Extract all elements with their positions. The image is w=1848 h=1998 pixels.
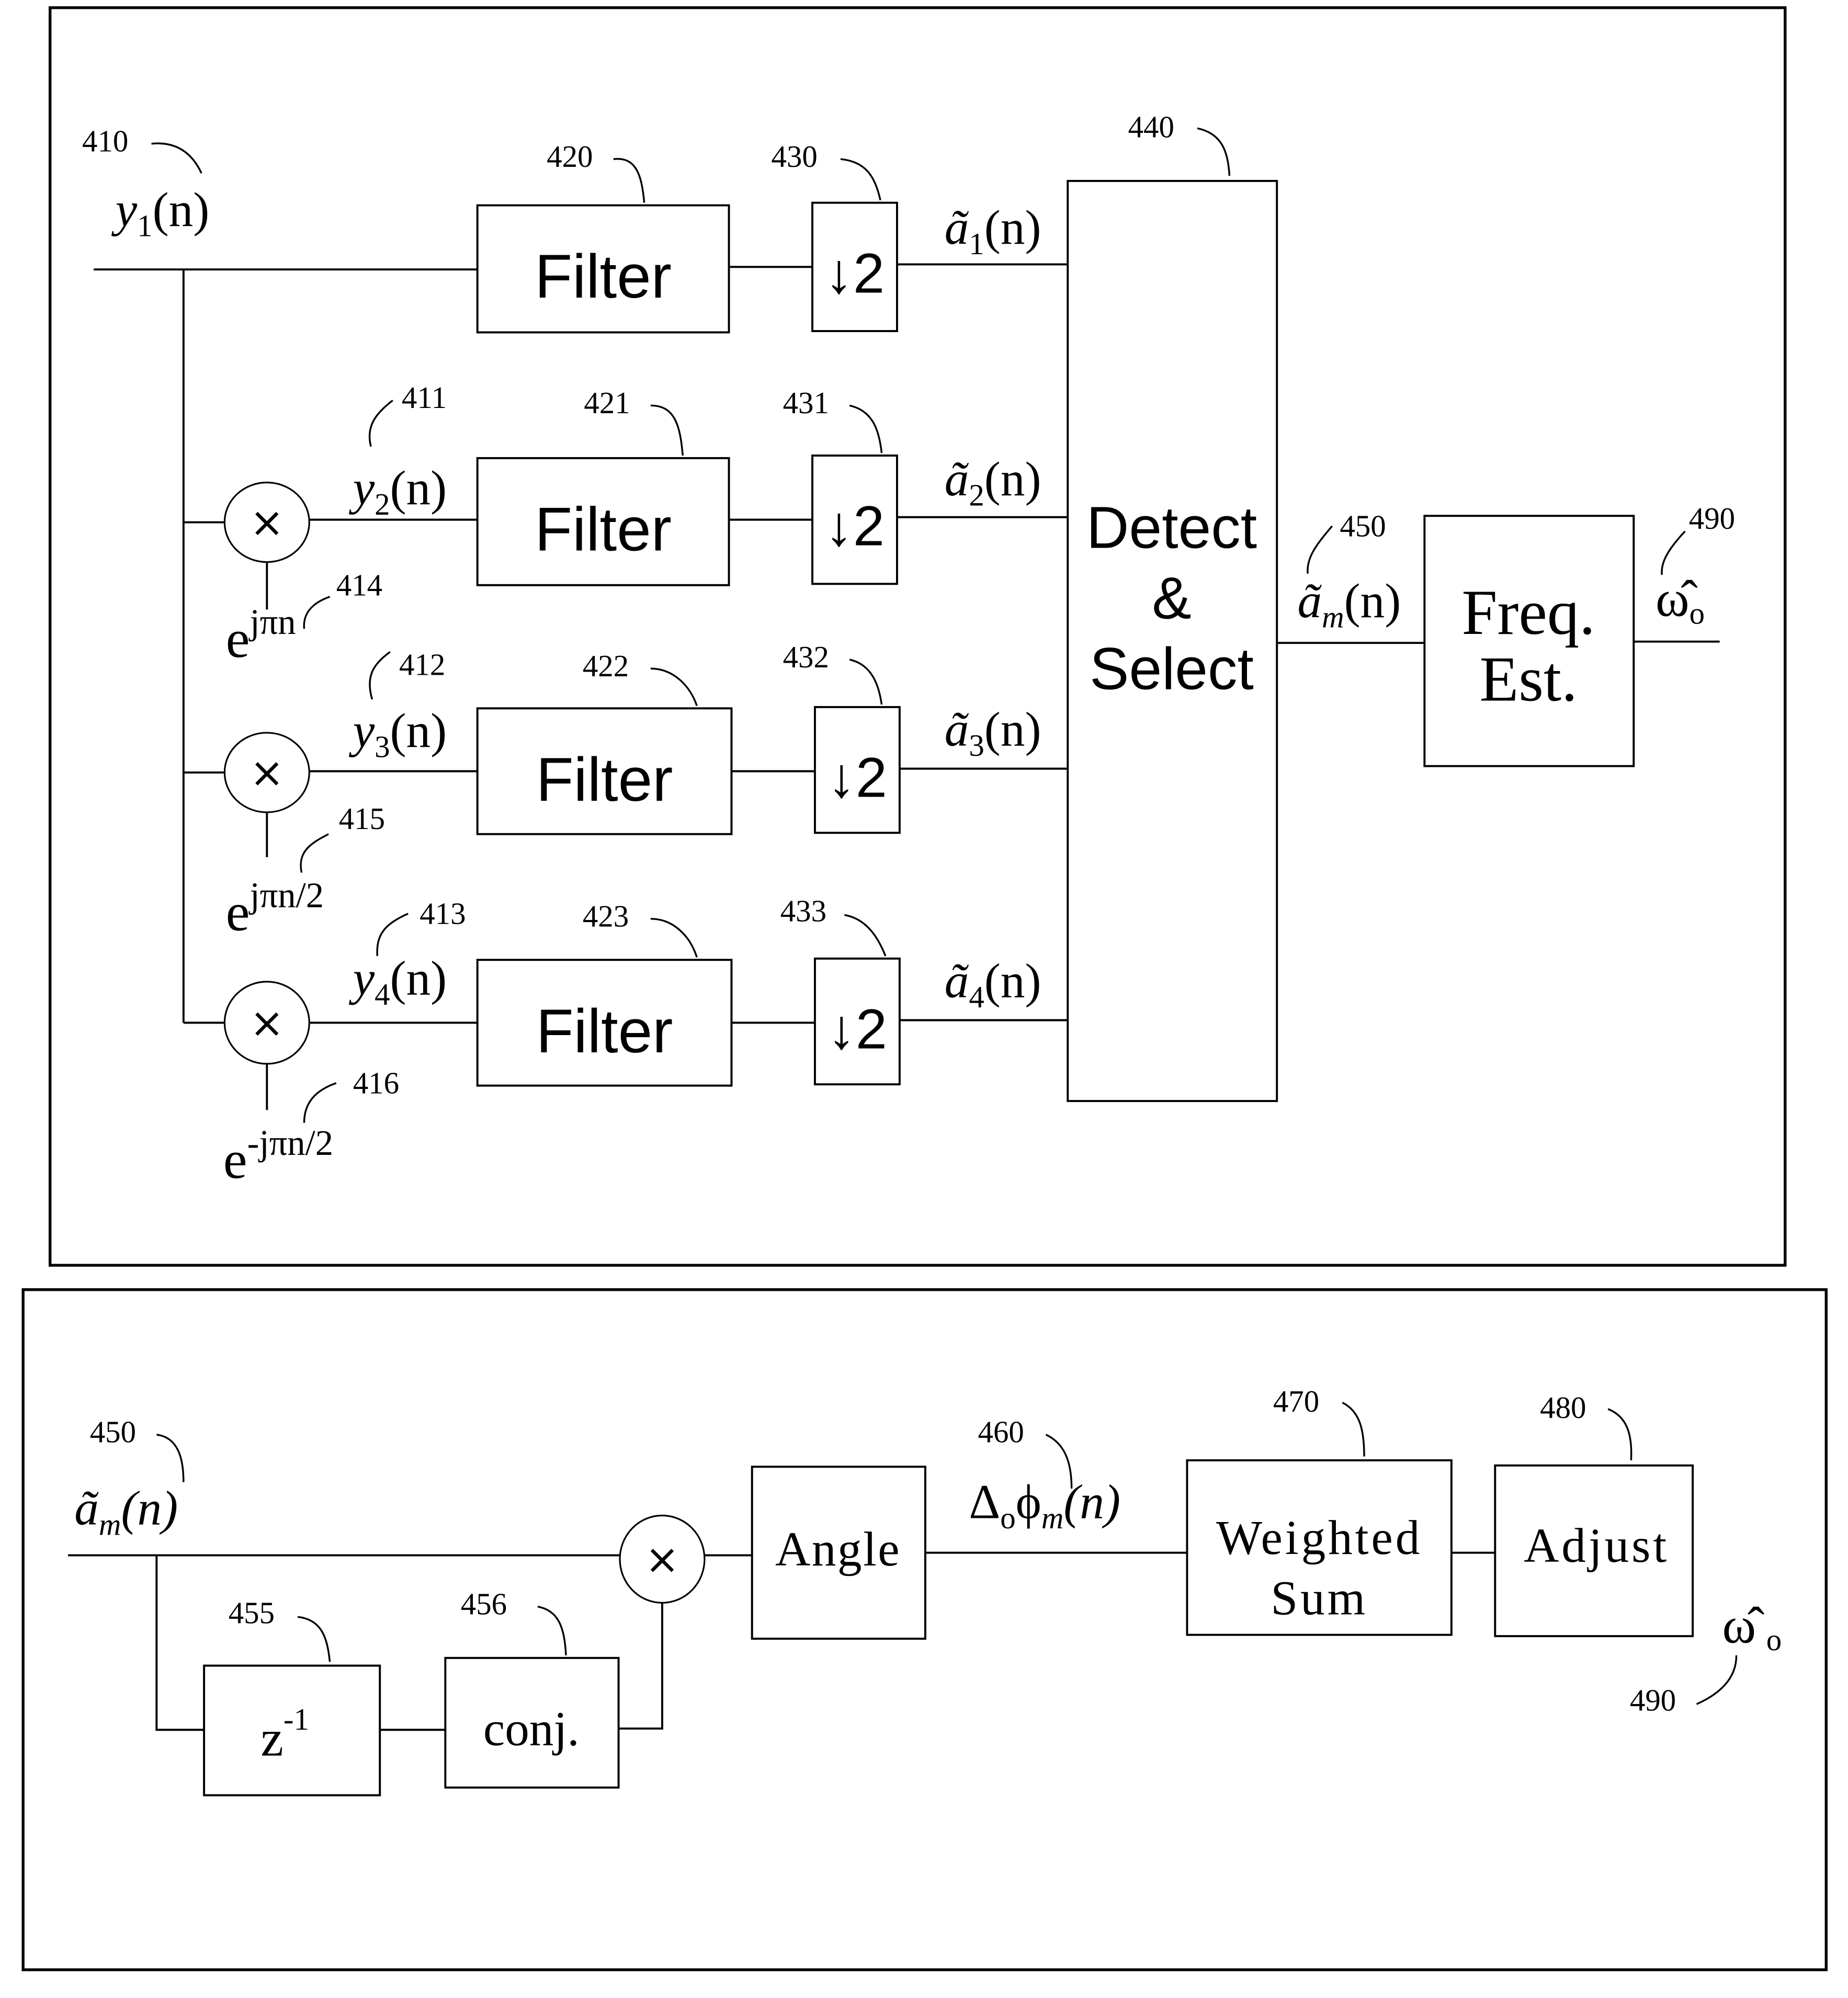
- phase-diff-label: Δoϕm(n): [969, 1475, 1120, 1535]
- wire-input-to-delay: [155, 1555, 205, 1731]
- detect-select-block: Detect & Select 440: [1067, 110, 1278, 1103]
- ref-412: 412: [399, 648, 445, 682]
- decimator-433-label: ↓2: [827, 997, 887, 1060]
- freq-est-line-1: Freq.: [1461, 577, 1595, 648]
- ref-490-bottom: 490: [1630, 1683, 1676, 1717]
- filter-423-label: Filter: [536, 996, 673, 1065]
- detect-select-line-1: Detect: [1086, 495, 1257, 561]
- multiply-icon: ×: [250, 498, 284, 547]
- leader-450-top: [1307, 525, 1333, 574]
- ref-440: 440: [1128, 110, 1174, 144]
- leader-431: [849, 404, 883, 453]
- ref-421: 421: [584, 386, 630, 420]
- branch-2: × ejπn 414 y2(n) 411 Filter 421 ↓2 431 ã…: [183, 381, 1068, 669]
- omega-output-bottom-label: ω̂ o: [1722, 1597, 1782, 1657]
- leader-433: [844, 914, 887, 957]
- osc-416-label: e-jπn/2: [223, 1123, 333, 1190]
- ref-450-top: 450: [1340, 509, 1386, 543]
- osc-414-label: ejπn: [226, 602, 296, 669]
- ref-450-bottom: 450: [90, 1415, 136, 1449]
- output-a4-label: ã4(n): [945, 954, 1041, 1014]
- input-signal-y1: 410 y1(n): [82, 124, 209, 243]
- leader-416: [303, 1082, 337, 1123]
- adjust-label: Adjust: [1524, 1519, 1669, 1573]
- branch-4: × e-jπn/2 416 y4(n) 413 Filter 423 ↓2 43…: [183, 894, 1068, 1190]
- output-a2-label: ã2(n): [945, 452, 1041, 513]
- signal-y2-label: y2(n): [349, 461, 447, 521]
- leader-415: [300, 833, 329, 873]
- ref-410: 410: [82, 124, 128, 158]
- multiply-icon: ×: [645, 1535, 679, 1583]
- ref-414: 414: [336, 568, 382, 602]
- leader-450-bottom: [156, 1434, 185, 1482]
- leader-490-bottom: [1696, 1655, 1738, 1705]
- freq-est-line-2: Est.: [1479, 644, 1577, 715]
- output-a3-label: ã3(n): [945, 702, 1041, 763]
- leader-414: [303, 596, 331, 629]
- leader-490-top: [1661, 530, 1686, 575]
- weighted-sum-line-1: Weighted: [1216, 1511, 1422, 1565]
- ref-422: 422: [583, 649, 629, 683]
- leader-470: [1342, 1402, 1365, 1457]
- decimator-431-label: ↓2: [825, 494, 885, 558]
- leader-423: [650, 917, 698, 958]
- decimator-430-label: ↓2: [825, 241, 885, 304]
- input-am-label: ãm(n): [74, 1482, 178, 1542]
- ref-456: 456: [461, 1587, 507, 1621]
- signal-y4-label: y4(n): [349, 951, 447, 1012]
- leader-412: [369, 651, 391, 700]
- ref-416: 416: [353, 1066, 399, 1100]
- ref-420: 420: [547, 140, 593, 174]
- branch-1: Filter 420 ↓2 430 ã1(n): [476, 140, 1068, 334]
- leader-422: [650, 667, 698, 706]
- decimator-432-label: ↓2: [827, 746, 887, 809]
- leader-430: [840, 158, 881, 201]
- ref-460: 460: [978, 1415, 1024, 1449]
- filter-420-label: Filter: [535, 242, 672, 311]
- omega-output-top-label: ω̂o: [1656, 571, 1705, 631]
- ref-431: 431: [783, 386, 829, 420]
- branch-3: × ejπn/2 415 y3(n) 412 Filter 422 ↓2 432…: [183, 640, 1068, 943]
- leader-455: [298, 1616, 331, 1662]
- selected-am-label: ãm(n): [1297, 574, 1401, 634]
- leader-480: [1607, 1408, 1632, 1461]
- weighted-sum-line-2: Sum: [1271, 1571, 1368, 1625]
- leader-421: [650, 404, 684, 456]
- ref-432: 432: [783, 640, 829, 674]
- wire-conj-to-mixer: [618, 1601, 663, 1730]
- ref-413: 413: [420, 896, 466, 930]
- ref-480: 480: [1540, 1391, 1586, 1425]
- leader-413: [376, 913, 409, 956]
- block-diagram: 410 y1(n) Filter 420 ↓2 430 ã1(n) × ejπn…: [21, 6, 1828, 1971]
- freq-est-block: Freq. Est.: [1423, 515, 1635, 767]
- signal-y1-label: y1(n): [111, 183, 210, 243]
- ref-470: 470: [1273, 1384, 1319, 1418]
- leader-440: [1197, 127, 1231, 176]
- multiply-icon: ×: [250, 998, 284, 1047]
- leader-411: [368, 400, 393, 447]
- filter-422-label: Filter: [536, 745, 673, 814]
- ref-490-top: 490: [1689, 502, 1735, 536]
- ref-411: 411: [402, 381, 447, 415]
- ref-455: 455: [229, 1596, 275, 1630]
- detect-select-line-3: Select: [1090, 635, 1254, 701]
- filter-421-label: Filter: [535, 495, 672, 564]
- ref-430: 430: [772, 140, 818, 174]
- multiply-icon: ×: [250, 748, 284, 797]
- conj-label: conj.: [483, 1702, 580, 1756]
- angle-label: Angle: [775, 1523, 901, 1576]
- leader-410: [151, 142, 202, 174]
- leader-432: [849, 659, 883, 705]
- leader-456: [537, 1606, 567, 1656]
- ref-433: 433: [780, 894, 826, 928]
- output-a1-label: ã1(n): [945, 201, 1041, 261]
- ref-415: 415: [339, 802, 385, 836]
- osc-415-label: ejπn/2: [226, 876, 324, 943]
- detect-select-line-2: &: [1152, 565, 1191, 631]
- ref-423: 423: [583, 899, 629, 933]
- signal-y3-label: y3(n): [349, 704, 447, 764]
- leader-420: [613, 158, 645, 203]
